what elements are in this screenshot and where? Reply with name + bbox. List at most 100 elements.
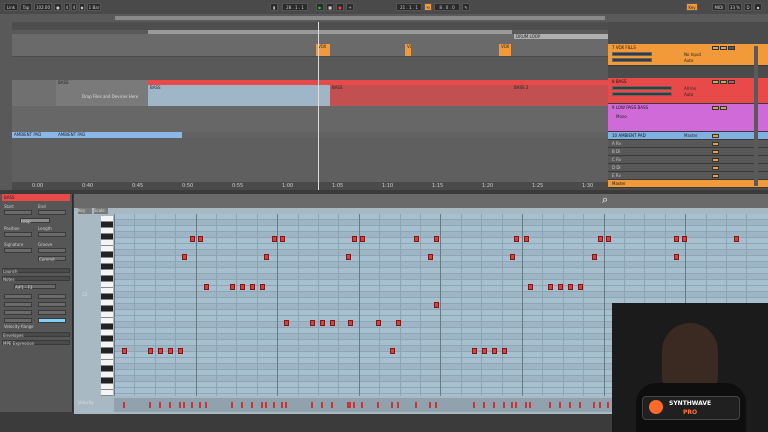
position-field[interactable] [4,232,32,237]
velocity-marker[interactable] [429,402,431,408]
double-button[interactable] [38,318,66,323]
midi-note[interactable] [284,320,289,326]
midi-note[interactable] [320,320,325,326]
midi-note[interactable] [528,284,533,290]
midi-note[interactable] [482,348,487,354]
tap-button[interactable]: Tap [20,3,32,11]
midi-note[interactable] [190,236,195,242]
velocity-marker[interactable] [391,402,393,408]
midi-note[interactable] [182,254,187,260]
velocity-marker[interactable] [149,402,151,408]
midi-note[interactable] [240,284,245,290]
key-map-button[interactable]: Key [686,3,698,11]
link-button[interactable]: Link [4,3,18,11]
midi-note[interactable] [250,284,255,290]
return-activator[interactable] [712,142,719,146]
monitor-select[interactable] [612,58,652,62]
velocity-marker[interactable] [159,402,161,408]
hd-icon[interactable]: D [744,3,752,11]
velocity-marker[interactable] [599,402,601,408]
velocity-marker[interactable] [285,402,287,408]
sig-den[interactable]: 4 [71,3,77,11]
track-ambient-pad[interactable]: 10 AMBIENT PAD Master [608,132,768,140]
midi-note[interactable] [348,320,353,326]
midi-note[interactable] [434,302,439,308]
arrangement-record-icon[interactable]: ▮ [270,3,278,11]
midi-note[interactable] [280,236,285,242]
return-activator[interactable] [712,158,719,162]
arm-button[interactable] [728,80,735,84]
midi-note[interactable] [264,254,269,260]
midi-note[interactable] [674,254,679,260]
input-select[interactable] [612,52,652,56]
clip-bass-a[interactable]: BASS [56,80,148,106]
halve-button[interactable] [4,318,32,323]
midi-note[interactable] [158,348,163,354]
signature-field[interactable] [4,248,32,253]
velocity-marker[interactable] [607,402,609,408]
commit-button[interactable]: Commit [38,256,66,262]
draw-mode-icon[interactable]: ✎ [462,3,470,11]
velocity-marker[interactable] [273,402,275,408]
solo-button[interactable] [720,80,727,84]
zoom-icon[interactable]: ⌕ [602,194,614,206]
midi-note[interactable] [682,236,687,242]
velocity-marker[interactable] [503,402,505,408]
track-return-b[interactable]: B Dl [608,148,768,156]
midi-note[interactable] [434,236,439,242]
midi-from-select[interactable] [612,86,672,90]
velocity-marker[interactable] [525,402,527,408]
midi-note[interactable] [352,236,357,242]
velocity-marker[interactable] [199,402,201,408]
midi-note[interactable] [674,236,679,242]
fit-scale-field[interactable] [38,294,66,299]
end-field[interactable] [38,210,66,215]
velocity-marker[interactable] [183,402,185,408]
velocity-marker[interactable] [205,402,207,408]
velocity-marker[interactable] [251,402,253,408]
return-activator[interactable] [712,150,719,154]
velocity-marker[interactable] [377,402,379,408]
midi-note[interactable] [376,320,381,326]
loop-toggle-icon[interactable]: ⟲ [424,3,432,11]
lane-bass[interactable]: BASS Drop Files and Devices Here BASS BA… [12,80,608,107]
velocity-marker[interactable] [529,402,531,408]
groove-select[interactable] [38,248,66,253]
overdub-icon[interactable]: + [346,3,354,11]
velocity-marker[interactable] [549,402,551,408]
notes-range-field[interactable]: A#1 - F3 [14,284,56,290]
midi-channel-select[interactable] [612,92,672,96]
envelopes-section-header[interactable]: Envelopes [2,332,70,338]
velocity-marker[interactable] [473,402,475,408]
record-button[interactable]: ● [336,3,344,11]
note-editor-ruler[interactable] [74,194,768,208]
midi-note[interactable] [272,236,277,242]
solo-button[interactable] [720,46,727,50]
midi-note[interactable] [178,348,183,354]
mpe-section-header[interactable]: MPE Expression [2,340,70,346]
midi-note[interactable] [230,284,235,290]
transpose-field[interactable] [4,294,32,299]
velocity-marker[interactable] [361,402,363,408]
tempo-field[interactable]: 102.00 [34,3,52,11]
track-vox-fills[interactable]: 7 VOX FILLS No Input Auto [608,44,768,66]
legato-button[interactable] [4,310,32,315]
midi-note[interactable] [122,348,127,354]
loop-start-field[interactable]: 21 . 1 . 1 [396,3,422,11]
sig-num[interactable]: 4 [64,3,70,11]
midi-note[interactable] [310,320,315,326]
follow-icon[interactable]: ◆ [79,3,85,11]
midi-note[interactable] [524,236,529,242]
clip-vox-3[interactable]: VOX [499,44,511,56]
reverse-button[interactable] [4,302,32,307]
track-master[interactable]: Master [608,180,768,188]
midi-note[interactable] [514,236,519,242]
midi-note[interactable] [598,236,603,242]
midi-note[interactable] [428,254,433,260]
midi-note[interactable] [360,236,365,242]
velocity-marker[interactable] [169,402,171,408]
velocity-marker[interactable] [397,402,399,408]
launch-section-header[interactable]: Launch [2,268,70,274]
midi-note[interactable] [204,284,209,290]
velocity-marker[interactable] [483,402,485,408]
